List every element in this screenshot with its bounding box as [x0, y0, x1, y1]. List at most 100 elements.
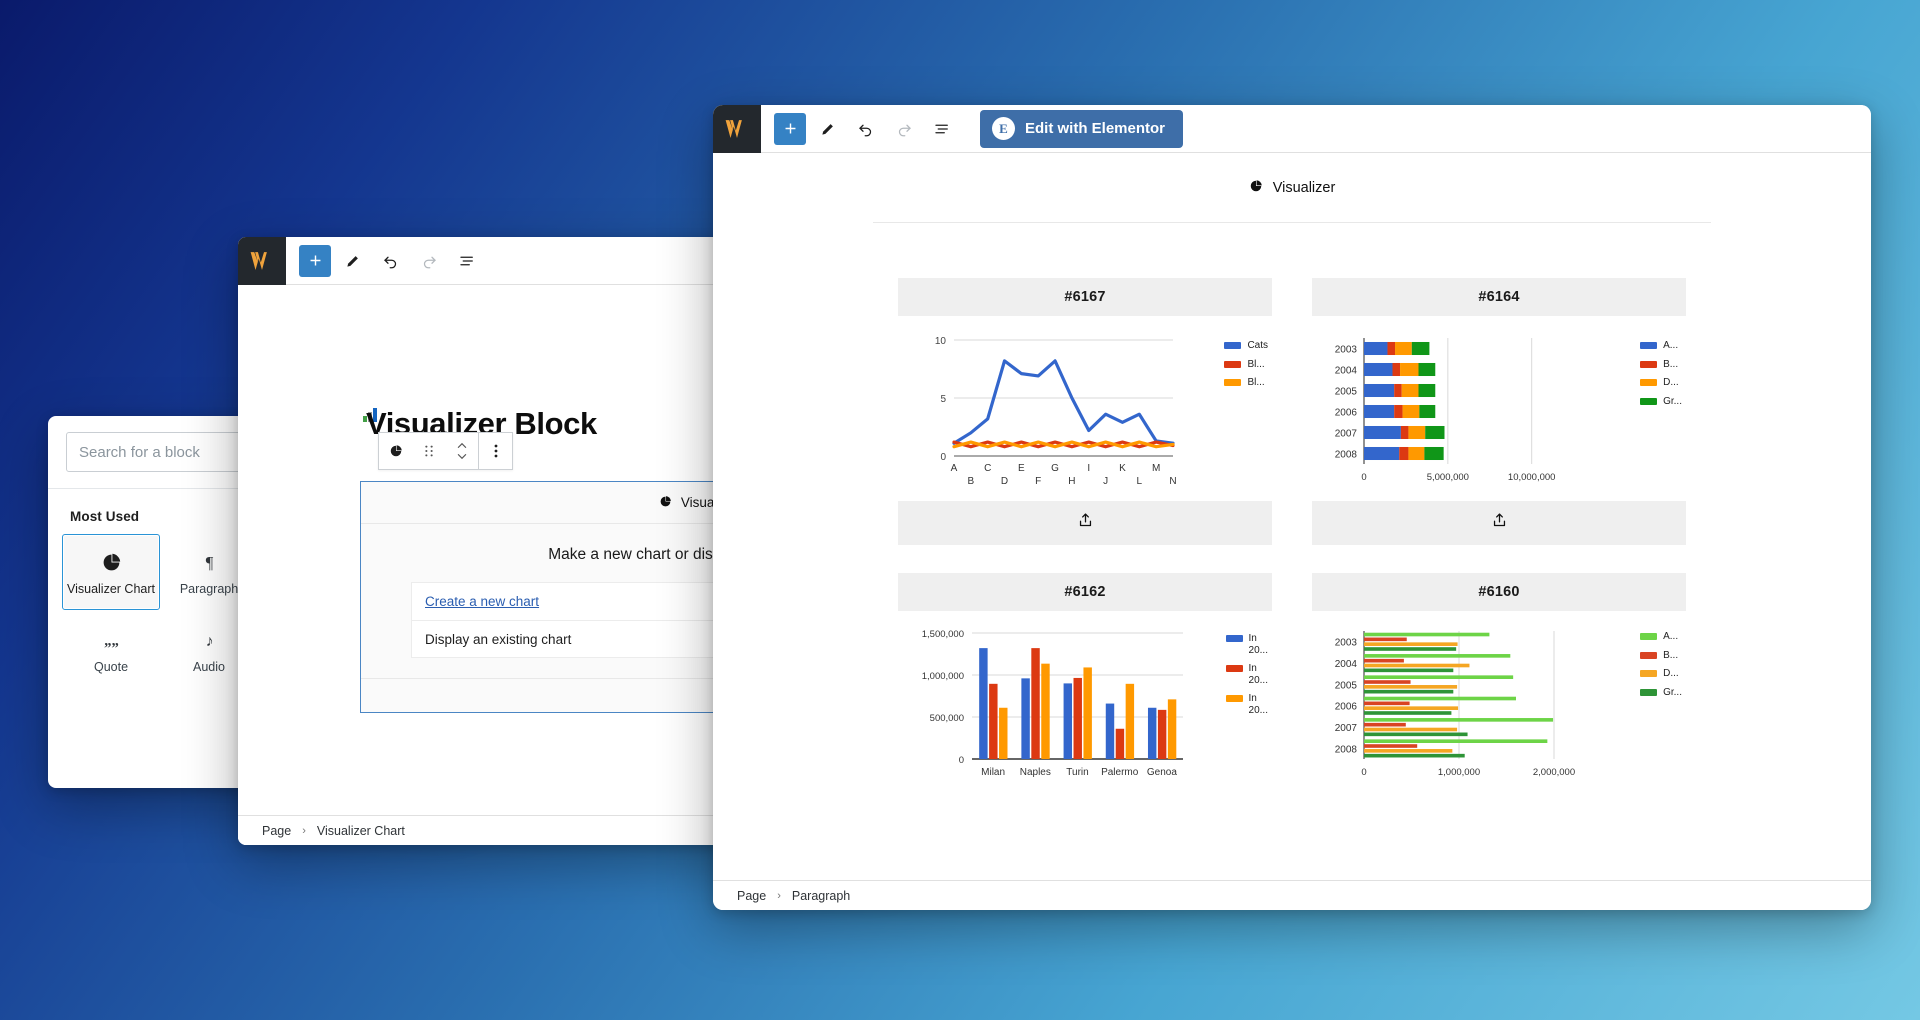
chart-legend: A... B... D... Gr... — [1640, 340, 1682, 407]
breadcrumb-current[interactable]: Visualizer Chart — [317, 824, 405, 838]
chart-card: #6160 0 1,000,000 2,000,000 2003 2004 2005 200… — [1312, 573, 1686, 796]
line-chart: 0 5 10 A B C D E F G H I J K L M N Cats Bl... Bl... — [898, 316, 1272, 501]
main-editor-canvas: Visualizer #6167 0 5 10 A B C D E F G H I J K L M N Cats B… — [713, 153, 1871, 880]
undo-button[interactable] — [850, 113, 882, 145]
legend-label: D... — [1663, 377, 1679, 388]
primary-editor-window: E Edit with Elementor Visualizer #6167 0… — [713, 105, 1871, 910]
svg-text:2008: 2008 — [1335, 744, 1358, 755]
list-view-button[interactable] — [451, 245, 483, 277]
svg-text:10: 10 — [935, 336, 947, 347]
legend-item: D... — [1640, 668, 1682, 680]
svg-text:5,000,000: 5,000,000 — [1427, 472, 1469, 483]
svg-text:J: J — [1103, 476, 1108, 487]
legend-item: A... — [1640, 340, 1682, 352]
svg-text:0: 0 — [940, 452, 946, 463]
svg-text:2007: 2007 — [1335, 723, 1358, 734]
svg-text:E: E — [1018, 463, 1025, 474]
legend-label: Bl... — [1247, 377, 1265, 388]
svg-text:Genoa: Genoa — [1147, 767, 1177, 778]
legend-label: Gr... — [1663, 395, 1682, 407]
svg-text:5: 5 — [940, 394, 946, 405]
svg-text:D: D — [1001, 476, 1008, 487]
chart-canvas: 0 5 10 A B C D E F G H I J K L M N Cats Bl... Bl... — [898, 316, 1272, 501]
svg-text:Palermo: Palermo — [1101, 767, 1139, 778]
svg-text:0: 0 — [1361, 767, 1366, 778]
legend-label: Bl... — [1247, 358, 1265, 370]
svg-text:2,000,000: 2,000,000 — [1533, 767, 1575, 778]
svg-text:„„: „„ — [104, 633, 119, 649]
block-item-label: Quote — [93, 659, 129, 674]
breadcrumb-root[interactable]: Page — [262, 824, 291, 838]
block-toolbar — [378, 432, 513, 470]
legend-swatch — [1640, 633, 1658, 640]
svg-text:0: 0 — [959, 755, 964, 766]
share-upload-icon[interactable] — [1077, 512, 1094, 534]
svg-text:2006: 2006 — [1335, 408, 1358, 419]
chart-legend: In 20... In 20... In 20... — [1225, 633, 1268, 716]
chart-card-footer — [1312, 501, 1686, 545]
svg-text:2005: 2005 — [1335, 387, 1358, 398]
breadcrumb-current[interactable]: Paragraph — [792, 889, 850, 903]
legend-swatch — [1224, 360, 1242, 368]
chevron-right-icon: › — [302, 824, 306, 837]
redo-button[interactable] — [413, 245, 445, 277]
breadcrumb-root[interactable]: Page — [737, 889, 766, 903]
legend-item: In 20... — [1225, 663, 1268, 686]
more-options-icon[interactable] — [479, 433, 512, 469]
edit-pen-button[interactable] — [812, 113, 844, 145]
svg-text:B: B — [968, 476, 975, 487]
legend-item: Cats — [1224, 340, 1268, 352]
chart-card-footer — [898, 501, 1272, 545]
legend-swatch — [1640, 342, 1658, 349]
add-block-button[interactable] — [299, 244, 331, 277]
legend-label: D... — [1663, 668, 1679, 679]
chart-title: #6164 — [1312, 278, 1686, 316]
mid-toolbar-buttons — [286, 244, 483, 277]
drag-handle-icon[interactable] — [412, 433, 445, 469]
legend-item: In 20... — [1225, 633, 1268, 656]
legend-swatch — [1640, 688, 1658, 696]
legend-swatch — [1640, 397, 1658, 405]
chart-grid: #6167 0 5 10 A B C D E F G H I J K L M N Cats Bl... Bl... #… — [873, 223, 1711, 796]
legend-swatch — [1224, 379, 1242, 386]
column-chart: 0 500,000 1,000,000 1,500,000 Milan Naples Tur… — [898, 611, 1272, 796]
pie-chart-icon — [101, 548, 122, 578]
legend-label: A... — [1663, 340, 1679, 351]
legend-label: Cats — [1247, 340, 1268, 351]
svg-text:Milan: Milan — [981, 767, 1005, 778]
share-upload-icon[interactable] — [1491, 512, 1508, 534]
edit-with-elementor-button[interactable]: E Edit with Elementor — [980, 109, 1184, 148]
chart-title: #6160 — [1312, 573, 1686, 611]
add-block-button[interactable] — [774, 112, 806, 145]
legend-item: B... — [1640, 359, 1682, 371]
legend-swatch — [1640, 360, 1658, 368]
wordpress-w-logo-icon — [238, 237, 286, 285]
svg-text:1,000,000: 1,000,000 — [1438, 767, 1480, 778]
legend-swatch — [1225, 635, 1243, 642]
block-item-visualizer-chart[interactable]: Visualizer Chart — [62, 534, 160, 610]
legend-label: In 20... — [1248, 663, 1268, 686]
legend-swatch — [1225, 665, 1243, 672]
svg-text:2004: 2004 — [1335, 366, 1358, 377]
redo-button[interactable] — [888, 113, 920, 145]
paragraph-pilcrow-icon: ¶ — [199, 548, 220, 578]
block-item-quote[interactable]: „„ Quote — [62, 612, 160, 688]
svg-text:H: H — [1068, 476, 1075, 487]
svg-text:2008: 2008 — [1335, 450, 1358, 461]
svg-text:¶: ¶ — [205, 553, 213, 572]
pie-chart-icon — [659, 495, 672, 511]
list-view-button[interactable] — [926, 113, 958, 145]
quote-marks-icon: „„ — [101, 626, 122, 656]
edit-pen-button[interactable] — [337, 245, 369, 277]
move-updown-icon[interactable] — [445, 433, 478, 469]
visualizer-section-header: Visualizer — [873, 153, 1711, 223]
svg-text:♪: ♪ — [205, 633, 213, 650]
legend-item: A... — [1640, 631, 1682, 643]
legend-label: In 20... — [1248, 693, 1268, 716]
legend-item: Gr... — [1640, 687, 1682, 699]
svg-text:M: M — [1152, 463, 1160, 474]
svg-text:1,000,000: 1,000,000 — [922, 671, 964, 682]
edit-with-elementor-label: Edit with Elementor — [1025, 120, 1166, 137]
pie-chart-icon[interactable] — [379, 433, 412, 469]
undo-button[interactable] — [375, 245, 407, 277]
